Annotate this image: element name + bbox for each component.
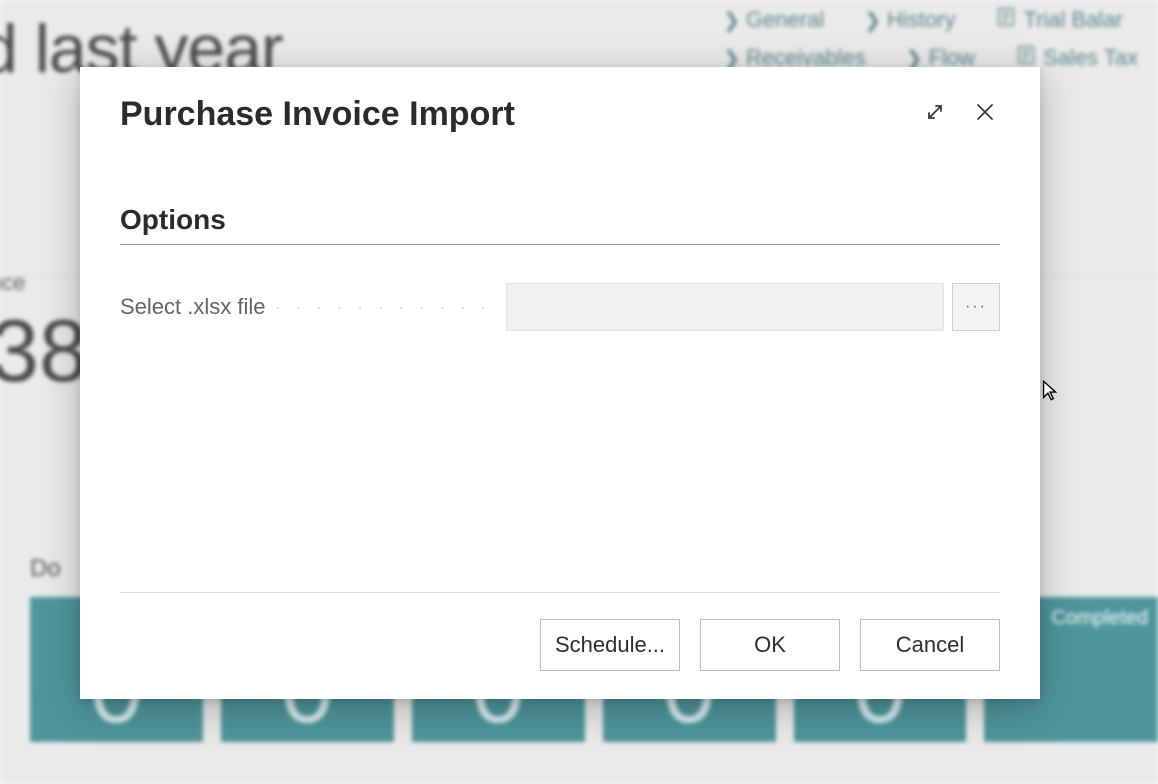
dialog-title: Purchase Invoice Import [120, 95, 515, 134]
dialog-spacer [120, 331, 1000, 592]
ellipsis-icon: ··· [965, 298, 987, 316]
purchase-invoice-import-dialog: Purchase Invoice Import [80, 67, 1040, 699]
select-file-label: Select .xlsx file [120, 294, 266, 320]
dialog-header-actions [920, 100, 1000, 130]
dialog-footer: Schedule... OK Cancel [120, 619, 1000, 671]
expand-icon [923, 100, 947, 129]
browse-file-button[interactable]: ··· [952, 283, 1000, 331]
ok-button[interactable]: OK [700, 619, 840, 671]
schedule-button[interactable]: Schedule... [540, 619, 680, 671]
expand-button[interactable] [920, 100, 950, 130]
label-leader-dots: · · · · · · · · · · · · · · · · · · · · [276, 299, 496, 315]
cancel-button[interactable]: Cancel [860, 619, 1000, 671]
options-heading: Options [120, 204, 1000, 245]
close-icon [973, 100, 997, 129]
footer-divider [120, 592, 1000, 593]
dialog-header: Purchase Invoice Import [120, 95, 1000, 134]
select-file-row: Select .xlsx file · · · · · · · · · · · … [120, 283, 1000, 331]
close-button[interactable] [970, 100, 1000, 130]
select-file-input[interactable] [506, 283, 945, 331]
